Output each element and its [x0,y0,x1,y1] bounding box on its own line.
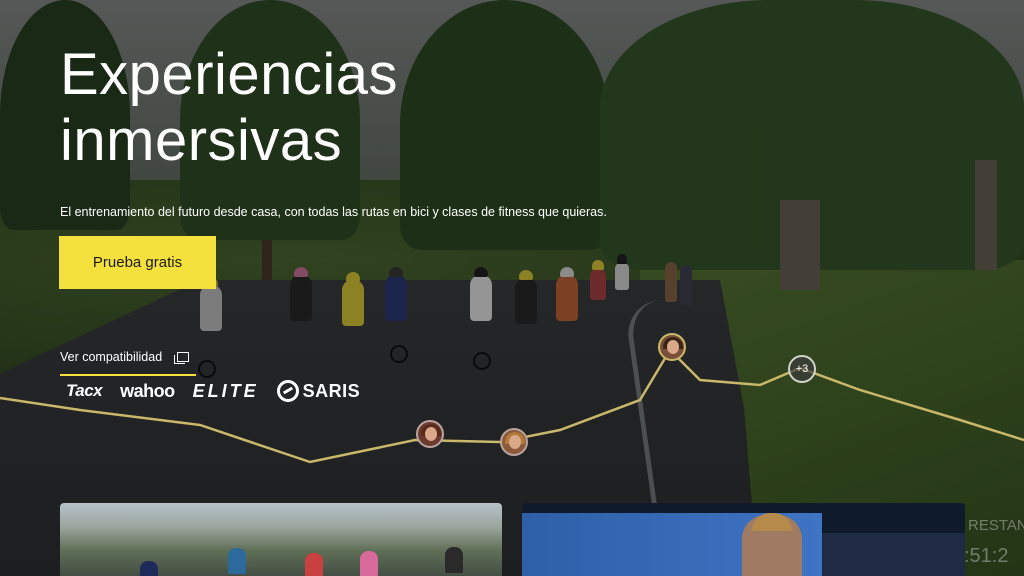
hero-subtitle: El entrenamiento del futuro desde casa, … [60,205,607,219]
overlay-timer-text: :51:2 [964,545,1009,567]
extra-riders-badge[interactable]: +3 [788,355,816,383]
free-trial-button[interactable]: Prueba gratis [59,236,216,289]
title-line-1: Experiencias [60,42,399,107]
rider-avatar-marker[interactable] [500,428,528,456]
wahoo-logo: wahoo [120,380,175,401]
saris-logo-icon [276,380,299,402]
cyclist [445,547,463,573]
compatibility-link[interactable]: Ver compatibilidad [60,350,196,376]
rider-avatar-marker[interactable] [658,333,686,361]
saris-logo: SARIS [276,380,361,402]
page-title: Experiencias inmersivas [60,42,398,174]
cyclist [360,551,378,576]
cyclist [228,548,246,574]
elite-logo: ELITE [192,380,259,401]
title-line-2: inmersivas [60,108,343,173]
overlay-text: RESTAN [968,517,1024,534]
compatibility-link-label: Ver compatibilidad [60,350,163,364]
cycling-routes-card[interactable] [60,503,502,576]
external-window-icon [174,351,190,364]
compatible-brands: Tacx wahoo ELITE SARIS [66,380,360,402]
tacx-logo: Tacx [66,381,103,400]
saris-logo-text: SARIS [302,380,361,401]
studio-panel [822,533,965,576]
rider-avatar-marker[interactable] [416,420,444,448]
fitness-classes-card[interactable] [522,503,965,576]
cyclist [305,553,323,576]
cyclist [140,561,158,576]
